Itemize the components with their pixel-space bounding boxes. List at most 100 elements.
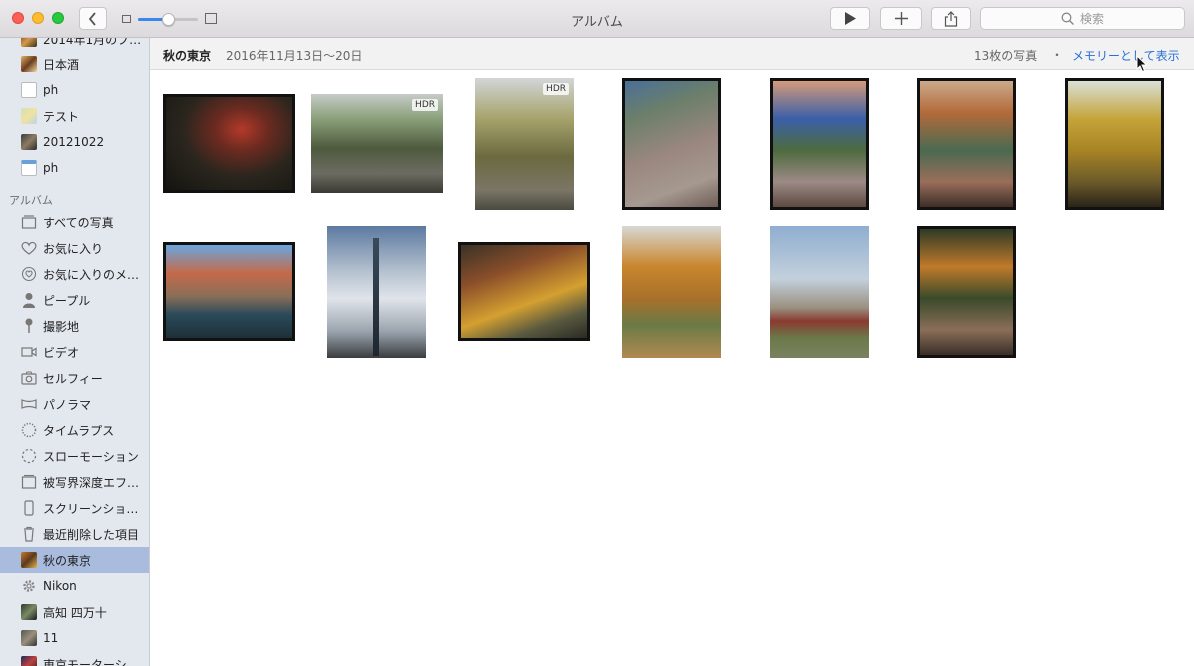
- search-placeholder: 検索: [1079, 12, 1104, 26]
- sidebar-item-label: 11: [43, 631, 59, 645]
- photo-thumbnail[interactable]: [458, 242, 590, 341]
- sidebar-item-label: パノラマ: [43, 397, 92, 412]
- sidebar-item-label: スクリーンショ…: [43, 501, 139, 516]
- photo-thumbnail[interactable]: [622, 226, 721, 358]
- album-date-range: 2016年11月13日〜20日: [226, 49, 363, 63]
- show-as-memory-link[interactable]: メモリーとして表示: [1072, 47, 1180, 64]
- share-icon: [944, 10, 958, 27]
- sidebar-item-album-5[interactable]: ph: [0, 155, 149, 181]
- sidebar-item-depth-effect[interactable]: 被写界深度エフ…: [0, 469, 149, 495]
- sidebar-item-album-3[interactable]: テスト: [0, 103, 149, 129]
- document-thumbnail: [21, 160, 37, 176]
- sidebar-item-all-photos[interactable]: すべての写真: [0, 209, 149, 235]
- play-icon: [845, 12, 856, 25]
- sidebar-item-label: ピープル: [43, 293, 91, 308]
- sidebar-item-panoramas[interactable]: パノラマ: [0, 391, 149, 417]
- sidebar-item-motor-show[interactable]: 東京モーターシ…: [0, 651, 149, 666]
- title-bar: アルバム 検索: [0, 0, 1194, 38]
- sidebar-item-label: お気に入りのメ…: [43, 267, 140, 282]
- search-field[interactable]: 検索: [980, 7, 1185, 30]
- timelapse-icon: [21, 422, 37, 438]
- sidebar-item-timelapse[interactable]: タイムラプス: [0, 417, 149, 443]
- photo-thumbnail[interactable]: [917, 78, 1016, 210]
- sidebar-item-11[interactable]: 11: [0, 625, 149, 651]
- gear-icon: [21, 578, 37, 594]
- separator-dot: ・: [1051, 48, 1064, 62]
- sidebar-item-album-2[interactable]: ph: [0, 77, 149, 103]
- map-thumbnail: [21, 108, 37, 124]
- sidebar-item-favorites[interactable]: お気に入り: [0, 235, 149, 261]
- favorite-memories-icon: [21, 266, 37, 282]
- sidebar-item-favorite-memories[interactable]: お気に入りのメ…: [0, 261, 149, 287]
- sidebar-item-label: セルフィー: [43, 371, 103, 386]
- sidebar-item-label: 最近削除した項目: [43, 527, 140, 542]
- album-thumbnail: [21, 604, 37, 620]
- photo-thumbnail[interactable]: [622, 78, 721, 210]
- sidebar-item-nikon[interactable]: Nikon: [0, 573, 149, 599]
- album-thumbnail: [21, 38, 37, 47]
- sidebar-item-label: Nikon: [43, 579, 77, 593]
- album-thumbnail: [21, 134, 37, 150]
- sidebar-item-recently-deleted[interactable]: 最近削除した項目: [0, 521, 149, 547]
- slomo-icon: [21, 448, 37, 464]
- sidebar-item-label: 撮影地: [43, 319, 80, 334]
- sidebar-section-albums: アルバム: [9, 194, 53, 207]
- sidebar-item-label: 20121022: [43, 135, 105, 149]
- album-thumbnail: [21, 56, 37, 72]
- sidebar-item-label: スローモーション: [43, 449, 139, 464]
- document-thumbnail: [21, 82, 37, 98]
- sidebar-item-selfies[interactable]: セルフィー: [0, 365, 149, 391]
- photo-thumbnail[interactable]: [917, 226, 1016, 358]
- sidebar-item-album-0[interactable]: 2014年1月のブ…: [0, 38, 149, 52]
- photo-thumbnail[interactable]: HDR: [311, 94, 443, 193]
- trash-icon: [21, 526, 37, 542]
- sidebar-item-label: 日本酒: [43, 57, 80, 72]
- photo-thumbnail[interactable]: [163, 94, 295, 193]
- sidebar-item-places[interactable]: 撮影地: [0, 313, 149, 339]
- share-button[interactable]: [931, 7, 971, 30]
- sidebar-item-kochi[interactable]: 高知 四万十: [0, 599, 149, 625]
- sidebar-item-label: 2014年1月のブ…: [43, 38, 142, 47]
- hdr-badge: HDR: [412, 99, 438, 111]
- photo-count: 13枚の写真: [974, 49, 1038, 63]
- depth-icon: [21, 474, 37, 490]
- plus-icon: [894, 12, 908, 25]
- sidebar-item-autumn-tokyo[interactable]: 秋の東京: [0, 547, 149, 573]
- sidebar-item-slomo[interactable]: スローモーション: [0, 443, 149, 469]
- sidebar-item-people[interactable]: ピープル: [0, 287, 149, 313]
- photo-thumbnail[interactable]: [163, 242, 295, 341]
- slideshow-play-button[interactable]: [830, 7, 870, 30]
- camera-icon: [21, 370, 37, 386]
- photo-thumbnail[interactable]: [1065, 78, 1164, 210]
- photo-thumbnail[interactable]: [327, 226, 426, 358]
- photo-thumbnail[interactable]: HDR: [475, 78, 574, 210]
- sidebar-item-label: ph: [43, 83, 59, 97]
- sidebar-item-screenshots[interactable]: スクリーンショ…: [0, 495, 149, 521]
- sidebar-item-label: 高知 四万十: [43, 605, 107, 620]
- hdr-badge: HDR: [543, 83, 569, 95]
- sidebar: 2014年1月のブ… 日本酒 ph テスト 20121022 ph アルバム す…: [0, 38, 150, 666]
- sidebar-item-label: お気に入り: [43, 241, 104, 256]
- sidebar-item-album-4[interactable]: 20121022: [0, 129, 149, 155]
- sidebar-item-label: 秋の東京: [43, 553, 92, 568]
- album-thumbnail: [21, 656, 37, 666]
- sidebar-item-album-1[interactable]: 日本酒: [0, 51, 149, 77]
- panorama-icon: [21, 396, 37, 412]
- album-header: 秋の東京 2016年11月13日〜20日 13枚の写真 ・ メモリーとして表示: [150, 38, 1194, 70]
- photo-thumbnail[interactable]: [770, 226, 869, 358]
- photo-thumbnail[interactable]: [770, 78, 869, 210]
- mouse-cursor: [1136, 55, 1148, 73]
- sidebar-item-label: 被写界深度エフ…: [43, 475, 140, 490]
- all-photos-icon: [21, 214, 37, 230]
- pin-icon: [21, 318, 37, 334]
- sidebar-item-label: すべての写真: [43, 215, 114, 230]
- sidebar-item-label: ph: [43, 161, 59, 175]
- video-icon: [21, 344, 37, 360]
- sidebar-item-label: タイムラプス: [43, 423, 115, 438]
- search-icon: [1061, 12, 1074, 25]
- sidebar-item-videos[interactable]: ビデオ: [0, 339, 149, 365]
- album-title: 秋の東京: [163, 49, 212, 63]
- screenshot-icon: [21, 500, 37, 516]
- sidebar-item-label: 東京モーターシ…: [43, 657, 139, 666]
- add-button[interactable]: [880, 7, 922, 30]
